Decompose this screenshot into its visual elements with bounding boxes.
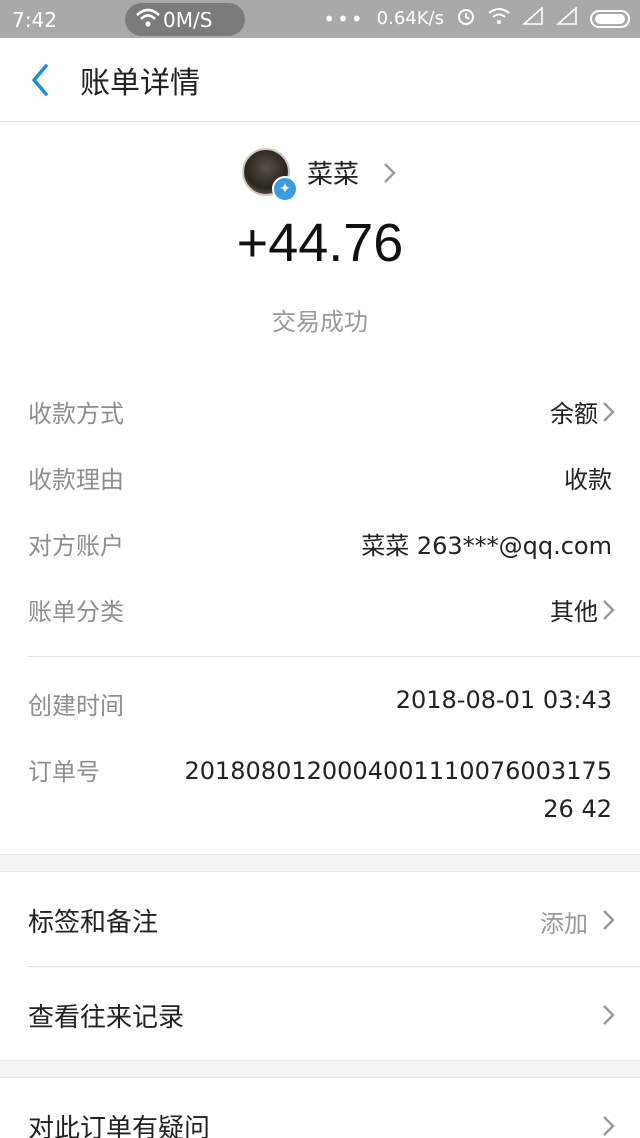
created-time-row: 创建时间 2018-08-01 03:43 [0,686,640,726]
created-time-value: 2018-08-01 03:43 [395,686,612,714]
bill-category-label: 账单分类 [28,598,124,626]
payment-reason-row: 收款理由 收款 [0,460,640,500]
status-right-group: ••• 0.64K/s [323,6,630,31]
counterparty-row[interactable]: ✦ 菜菜 [0,148,640,202]
chevron-right-icon [602,1114,616,1138]
status-time: 7:42 [12,8,57,32]
chevron-right-icon [602,400,616,428]
transaction-history-label: 查看往来记录 [28,1003,185,1033]
net-speed-text: 0.64K/s [376,8,444,29]
counterparty-account-row: 对方账户 菜菜 263***@qq.com [0,526,640,566]
wifi-small-icon [488,7,510,30]
order-number-label: 订单号 [28,758,100,786]
chevron-right-icon [602,598,616,626]
payment-method-label: 收款方式 [28,400,124,428]
payment-reason-value: 收款 [564,466,612,494]
alarm-icon [456,6,476,31]
chevron-right-icon [602,908,616,936]
transaction-status: 交易成功 [272,308,368,336]
transaction-history-row[interactable]: 查看往来记录 [0,967,640,1061]
battery-icon [590,9,630,28]
status-bar: 7:42 0M/S ••• 0.64K/s [0,0,640,38]
transaction-amount: +44.76 [236,213,404,273]
signal-icon [521,6,544,30]
section-gap [0,1060,640,1078]
tags-notes-label: 标签和备注 [28,908,159,938]
top-app-bar: 账单详情 [0,38,640,122]
signal-2-icon [555,6,578,30]
back-arrow-icon[interactable] [22,60,62,100]
created-time-label: 创建时间 [28,692,124,720]
bill-category-row[interactable]: 账单分类 其他 [0,592,640,632]
payment-method-value: 余额 [550,400,598,428]
order-question-row[interactable]: 对此订单有疑问 [0,1078,640,1138]
more-dots-icon: ••• [323,6,365,31]
section-gap [0,854,640,872]
pill-speed-text: 0M/S [163,8,213,32]
order-number-value: 2018080120004001110076003175 26 42 [184,757,612,823]
counterparty-account-label: 对方账户 [28,532,124,560]
payment-method-row[interactable]: 收款方式 余额 [0,394,640,434]
counterparty-name: 菜菜 [307,160,360,190]
chevron-right-icon [382,161,398,189]
payment-reason-label: 收款理由 [28,466,124,494]
order-question-label: 对此订单有疑问 [28,1114,211,1138]
counterparty-account-value: 菜菜 263***@qq.com [361,532,612,560]
add-tag-action: 添加 [540,910,588,938]
section-divider [28,656,640,657]
wifi-icon [135,6,161,35]
page-title: 账单详情 [80,66,200,101]
bill-category-value: 其他 [550,598,598,626]
chevron-right-icon [602,1003,616,1031]
tags-notes-row[interactable]: 标签和备注 添加 [0,872,640,966]
verified-badge-icon: ✦ [272,176,298,202]
